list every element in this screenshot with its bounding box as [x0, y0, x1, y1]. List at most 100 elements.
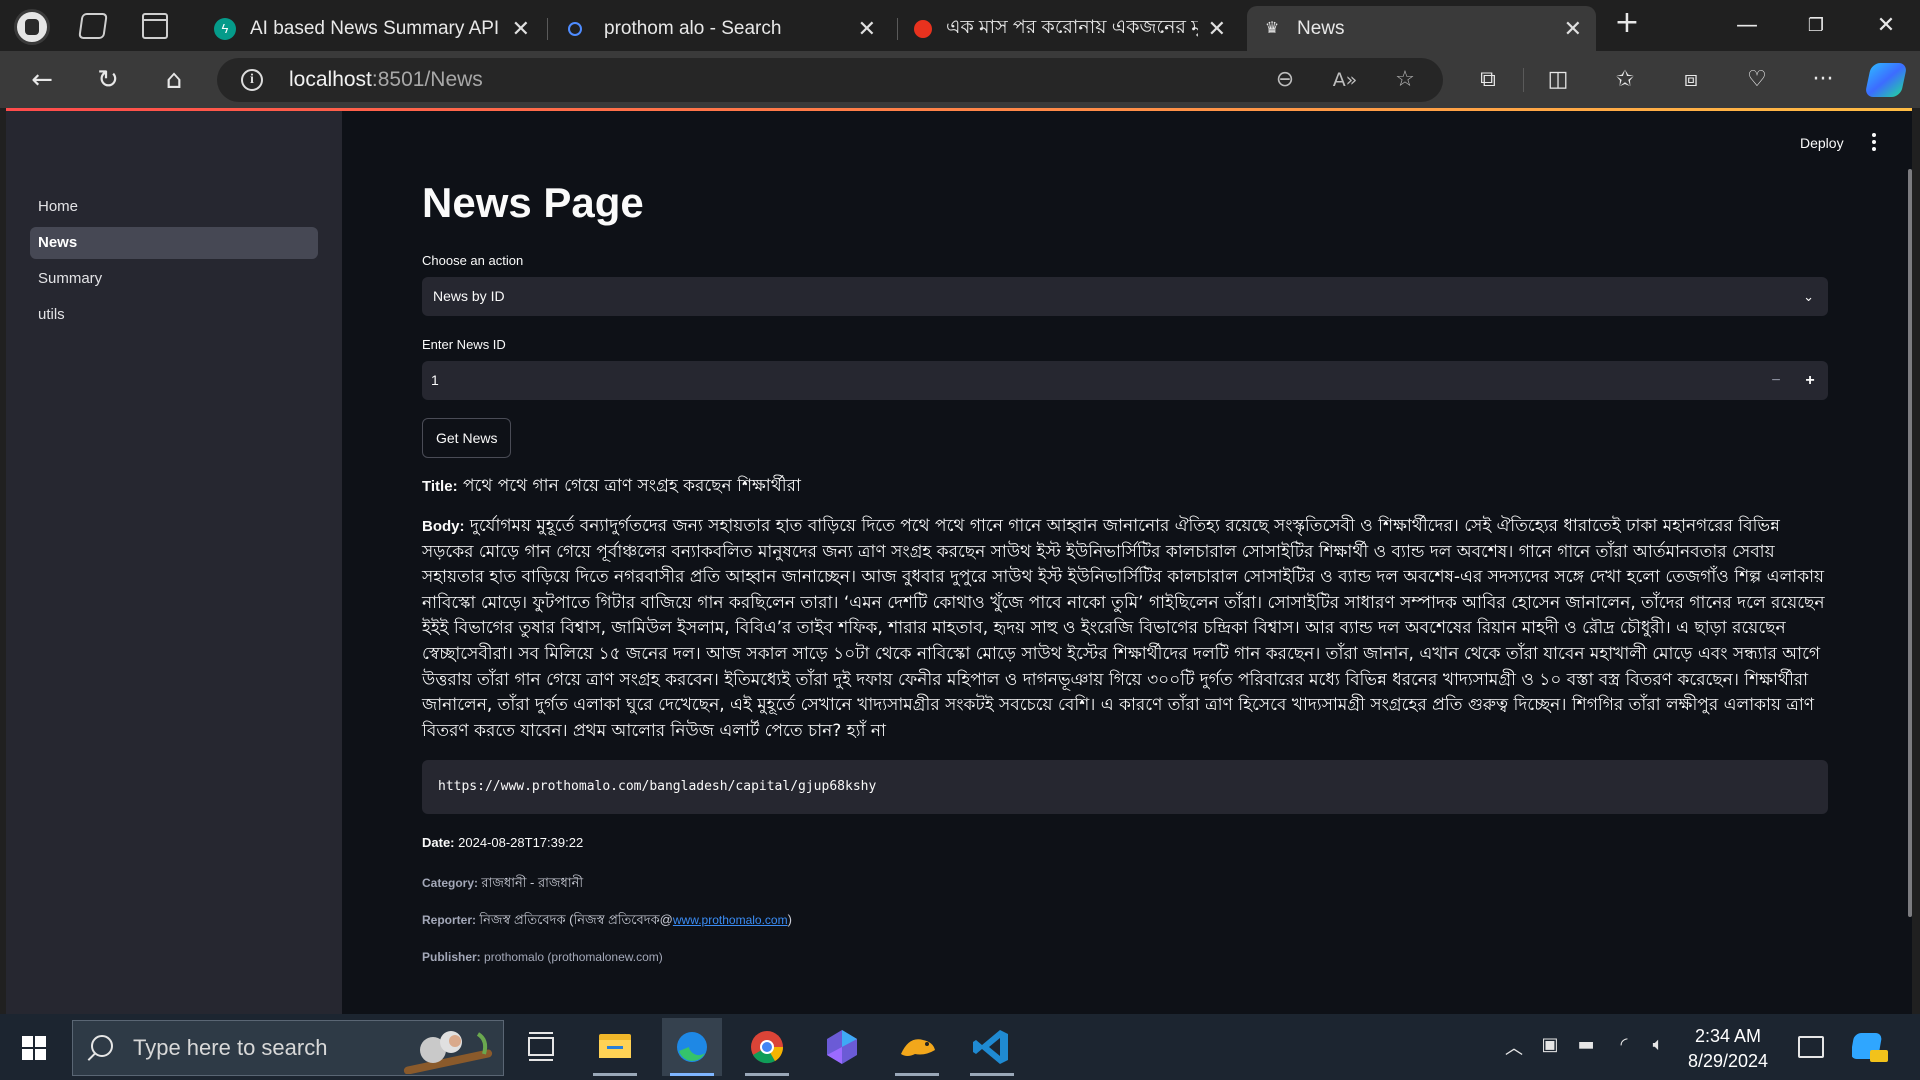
news-reporter: Reporter: নিজস্ব প্রতিবেদক (নিজস্ব প্রতি…	[422, 912, 792, 927]
refresh-icon[interactable]: ↻	[88, 62, 128, 98]
site-info-icon[interactable]: i	[241, 69, 263, 91]
action-select-value: News by ID	[433, 288, 505, 304]
browser-toolbar: ← ↻ ⌂ i localhost:8501/News ⊖ A» ☆ ⧉ ◫ ✩…	[0, 51, 1920, 108]
zoom-out-icon[interactable]: ⊖	[1271, 66, 1299, 94]
copilot-pre-icon[interactable]	[1852, 1030, 1890, 1066]
close-icon[interactable]: ✕	[1564, 16, 1582, 42]
tab-news[interactable]: ♛ News ✕	[1247, 6, 1596, 51]
meet-now-icon[interactable]: ▣	[1536, 1034, 1564, 1055]
workspaces-icon[interactable]	[78, 13, 108, 39]
tab-news-summary-api[interactable]: ϟ AI based News Summary API - Sv ✕	[200, 6, 544, 51]
close-icon[interactable]: ✕	[512, 16, 530, 42]
notification-center-icon[interactable]	[1798, 1036, 1824, 1058]
taskbar-search-placeholder: Type here to search	[133, 1035, 328, 1060]
news-publisher: Publisher: prothomalo (prothomalonew.com…	[422, 950, 663, 964]
sidebar-item-summary[interactable]: Summary	[30, 263, 318, 295]
news-url-code-block[interactable]: https://www.prothomalo.com/bangladesh/ca…	[422, 760, 1828, 814]
sidebar: Home News Summary utils	[6, 111, 342, 1014]
more-menu-icon[interactable]: ···	[1803, 62, 1843, 98]
app-viewport: Home News Summary utils Deploy News Page…	[6, 108, 1912, 1014]
split-screen-icon[interactable]: ◫	[1538, 62, 1578, 98]
wifi-icon[interactable]: ◜	[1610, 1034, 1638, 1055]
scrollbar[interactable]	[1908, 169, 1912, 917]
close-icon[interactable]: ✕	[1208, 16, 1226, 42]
news-id-label: Enter News ID	[422, 337, 506, 352]
new-tab-plus-icon[interactable]: +	[1607, 8, 1647, 44]
close-icon[interactable]: ✕	[858, 16, 876, 42]
action-select[interactable]: News by ID ⌄	[422, 277, 1828, 316]
clock-date: 8/29/2024	[1687, 1051, 1769, 1071]
browser-essentials-icon[interactable]: ♡	[1737, 62, 1777, 98]
ferret-app-icon[interactable]	[887, 1018, 947, 1076]
deploy-button[interactable]: Deploy	[1800, 135, 1844, 151]
show-hidden-icons-chevron-icon[interactable]: ︿	[1500, 1034, 1528, 1060]
tab-divider	[547, 18, 548, 40]
decrement-minus-icon[interactable]: −	[1760, 361, 1792, 400]
favorites-icon[interactable]: ✩	[1605, 62, 1645, 98]
reporter-link[interactable]: www.prothomalo.com	[673, 913, 788, 927]
taskbar-clock[interactable]: 2:34 AM 8/29/2024	[1680, 1024, 1776, 1074]
favorite-star-icon[interactable]: ☆	[1391, 66, 1419, 94]
address-bar[interactable]: i localhost:8501/News ⊖ A» ☆	[217, 58, 1443, 102]
clock-time: 2:34 AM	[1694, 1026, 1762, 1046]
news-date: Date: 2024-08-28T17:39:22	[422, 835, 584, 850]
volume-icon[interactable]: 🔈︎	[1644, 1034, 1672, 1055]
edge-icon[interactable]	[662, 1018, 722, 1076]
prothomalo-sun-icon	[914, 19, 932, 38]
chrome-icon[interactable]	[737, 1018, 797, 1076]
address-url[interactable]: localhost:8501/News	[289, 68, 483, 92]
vscode-icon[interactable]	[962, 1018, 1022, 1076]
sidebar-item-utils[interactable]: utils	[30, 299, 318, 331]
sidebar-item-news[interactable]: News	[30, 227, 318, 259]
news-url: https://www.prothomalo.com/bangladesh/ca…	[438, 779, 877, 794]
taskbar: Type here to search ︿ ▣ ▬ ◜ 🔈︎ 2:34 AM 8…	[0, 1014, 1920, 1080]
action-select-label: Choose an action	[422, 253, 524, 268]
tab-divider	[897, 18, 898, 40]
news-title: Title: পথে পথে গান গেয়ে ত্রাণ সংগ্রহ কর…	[422, 473, 801, 501]
news-title-key: Title:	[422, 478, 458, 495]
news-body-key: Body:	[422, 518, 465, 535]
windows-start-icon[interactable]	[22, 1036, 46, 1060]
close-window-icon[interactable]: ✕	[1866, 8, 1906, 44]
search-highlight-monkey-icon	[403, 1031, 493, 1074]
home-icon[interactable]: ⌂	[154, 62, 194, 98]
news-body-value: দুর্যোগময় মুহূর্তে বন্যাদুর্গতদের জন্য …	[422, 516, 1825, 741]
task-view-icon[interactable]	[511, 1018, 571, 1076]
collections-icon[interactable]: ⧈	[1671, 62, 1711, 98]
extensions-icon[interactable]: ⧉	[1468, 62, 1508, 98]
tab-actions-icon[interactable]	[142, 13, 168, 39]
taskbar-search-box[interactable]: Type here to search	[72, 1020, 504, 1076]
news-id-input[interactable]: 1 − +	[422, 361, 1828, 400]
news-body: Body: দুর্যোগময় মুহূর্তে বন্যাদুর্গতদের…	[422, 514, 1832, 744]
restore-icon[interactable]: ❐	[1796, 8, 1836, 44]
back-arrow-icon[interactable]: ←	[22, 62, 62, 98]
tab-title: prothom alo - Search	[604, 17, 782, 39]
battery-icon[interactable]: ▬	[1572, 1034, 1600, 1055]
minimize-icon[interactable]: —	[1727, 8, 1767, 44]
news-category: Category: রাজধানী - রাজধানী	[422, 875, 584, 890]
chevron-down-icon: ⌄	[1803, 289, 1814, 304]
tab-title: AI based News Summary API - Sv	[250, 17, 502, 39]
file-explorer-icon[interactable]	[585, 1018, 645, 1076]
tab-title: News	[1297, 17, 1345, 39]
tab-title: এক মাস পর করোনায় একজনের মৃ	[946, 16, 1198, 38]
profile-avatar[interactable]	[14, 9, 50, 45]
main-menu-kebab-icon[interactable]	[1868, 133, 1880, 153]
read-aloud-icon[interactable]: A»	[1331, 66, 1359, 94]
page-title: News Page	[422, 179, 644, 226]
news-id-value: 1	[431, 372, 439, 388]
sidebar-item-home[interactable]: Home	[30, 191, 318, 223]
toolbar-divider	[1523, 68, 1524, 92]
copilot-icon[interactable]	[1864, 63, 1908, 97]
news-title-value: পথে পথে গান গেয়ে ত্রাণ সংগ্রহ করছেন শিক…	[462, 476, 801, 496]
get-news-button[interactable]: Get News	[422, 418, 512, 458]
tab-prothomalo-article[interactable]: এক মাস পর করোনায় একজনের মৃ ✕	[900, 6, 1240, 51]
tab-prothom-alo-search[interactable]: prothom alo - Search ✕	[550, 6, 890, 51]
browser-tab-strip: ϟ AI based News Summary API - Sv ✕ proth…	[0, 0, 1920, 51]
fastapi-icon: ϟ	[214, 17, 236, 40]
search-icon	[91, 1035, 113, 1057]
copilot-app-icon[interactable]	[812, 1018, 872, 1076]
search-icon	[568, 21, 582, 36]
streamlit-crown-icon: ♛	[1264, 19, 1280, 37]
increment-plus-icon[interactable]: +	[1794, 361, 1826, 400]
